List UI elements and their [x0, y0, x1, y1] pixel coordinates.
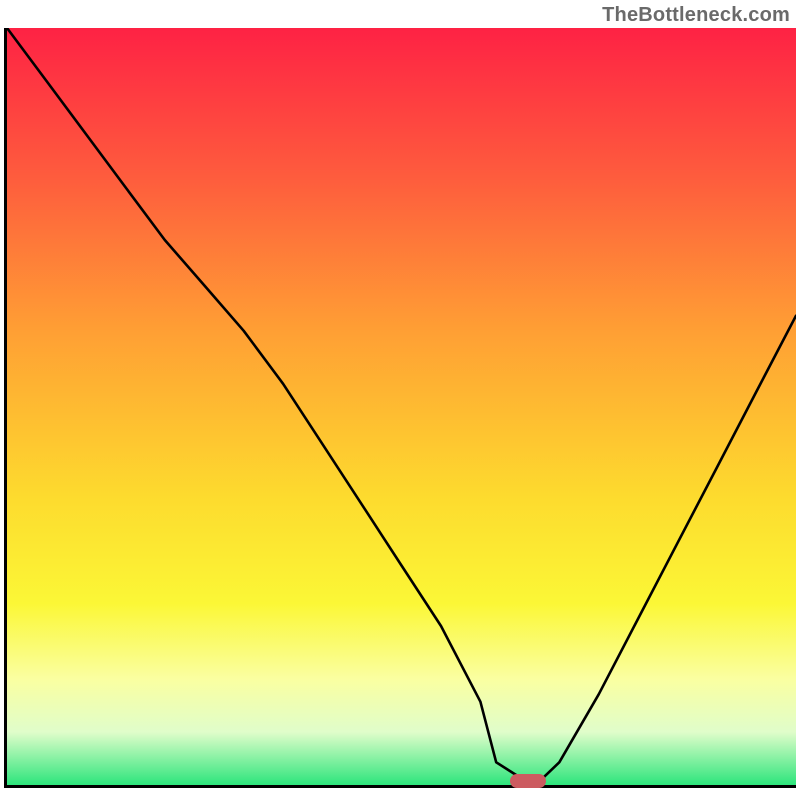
watermark-text: TheBottleneck.com	[602, 4, 790, 27]
plot-axes	[4, 28, 796, 788]
optimal-marker	[510, 774, 546, 788]
